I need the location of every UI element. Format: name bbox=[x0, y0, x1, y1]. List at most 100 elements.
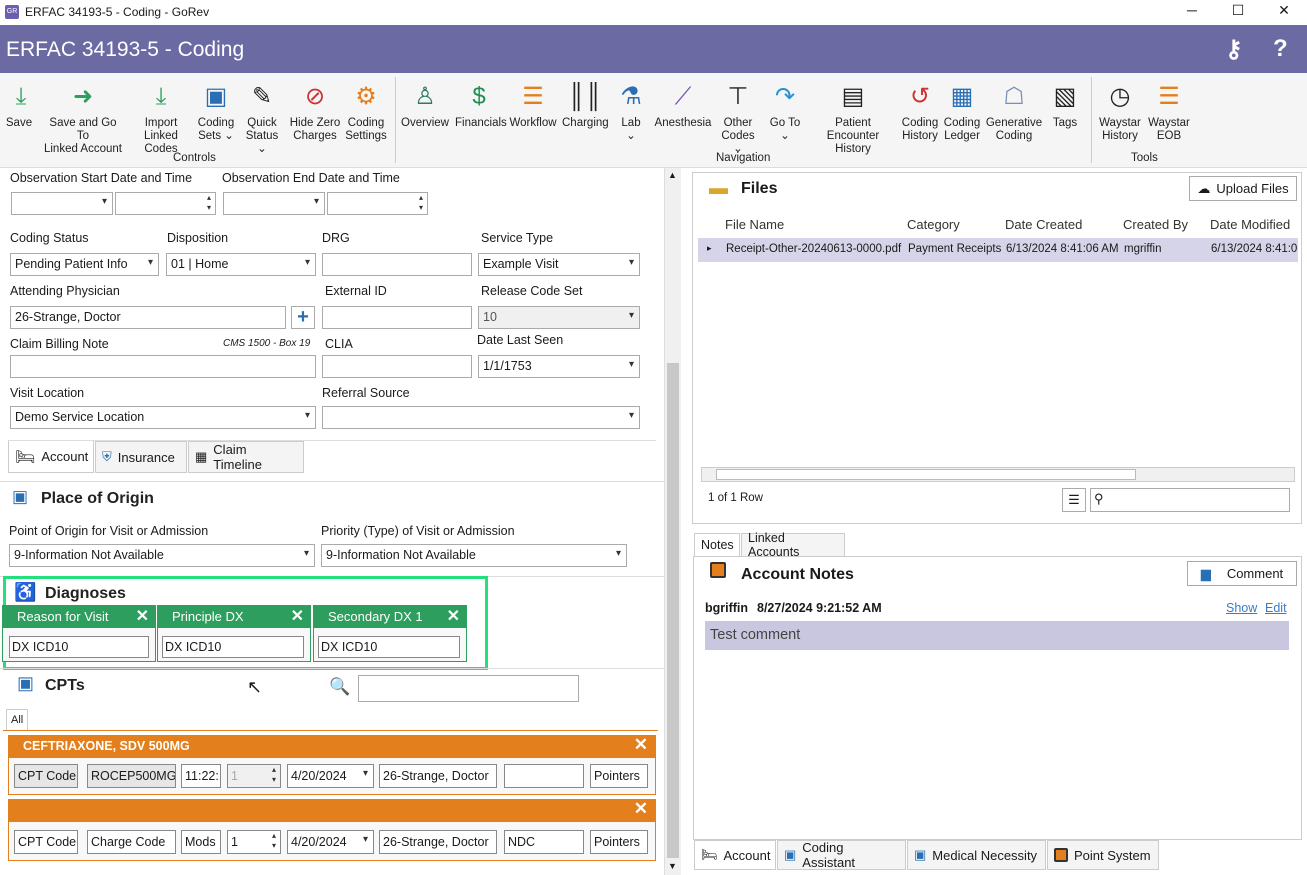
search-icon[interactable]: 🔍 bbox=[329, 677, 350, 697]
tab-coding-assistant[interactable]: ▣ Coding Assistant bbox=[777, 840, 906, 870]
tab-bottom-account[interactable]: 🛏 Account bbox=[694, 840, 776, 870]
charging-button[interactable]: ║║ Charging bbox=[562, 79, 609, 130]
charge-code-input[interactable]: Charge Code bbox=[87, 830, 176, 854]
referral-source-select[interactable] bbox=[322, 406, 640, 429]
obs-start-time-input[interactable] bbox=[115, 192, 216, 215]
mods-input[interactable]: 11:22: bbox=[181, 764, 221, 788]
user-key-icon[interactable]: ⚷ bbox=[1225, 35, 1243, 64]
visit-location-select[interactable]: Demo Service Location bbox=[10, 406, 316, 429]
anesthesia-button[interactable]: ⟋ Anesthesia bbox=[654, 79, 712, 130]
add-physician-button[interactable]: + bbox=[291, 306, 315, 329]
workflow-button[interactable]: ☰ Workflow bbox=[509, 79, 557, 130]
tab-insurance[interactable]: ⛨ Insurance bbox=[95, 441, 187, 473]
coding-history-button[interactable]: ↺ Coding History bbox=[901, 79, 939, 143]
table-row[interactable]: ▸ Receipt-Other-20240613-0000.pdf Paymen… bbox=[698, 238, 1298, 262]
service-date-select[interactable]: 4/20/2024 bbox=[287, 830, 374, 854]
hscroll-thumb[interactable] bbox=[716, 469, 1136, 480]
obs-end-time-input[interactable] bbox=[327, 192, 428, 215]
claim-note-input[interactable] bbox=[10, 355, 316, 378]
col-created-by[interactable]: Created By bbox=[1123, 217, 1188, 232]
edit-note-link[interactable]: Edit bbox=[1265, 601, 1287, 615]
scroll-up-icon[interactable]: ▲ bbox=[668, 170, 677, 180]
tab-point-system[interactable]: Point System bbox=[1047, 840, 1159, 870]
waystar-eob-button[interactable]: ☰ Waystar EOB bbox=[1146, 79, 1192, 143]
release-code-select[interactable]: 10 bbox=[478, 306, 640, 329]
col-date-modified[interactable]: Date Modified bbox=[1210, 217, 1290, 232]
dx-secondary-input[interactable]: DX ICD10 bbox=[318, 636, 460, 658]
obs-start-date-input[interactable] bbox=[11, 192, 113, 215]
files-hscrollbar[interactable] bbox=[701, 467, 1295, 482]
minimize-button[interactable]: ─ bbox=[1169, 0, 1215, 22]
col-date-created[interactable]: Date Created bbox=[1005, 217, 1082, 232]
tags-button[interactable]: ▧ Tags bbox=[1047, 79, 1083, 130]
remove-dx-icon[interactable]: ✕ bbox=[291, 606, 304, 626]
expand-row-icon[interactable]: ▸ bbox=[707, 243, 712, 254]
scroll-down-icon[interactable]: ▼ bbox=[668, 861, 677, 871]
priority-select[interactable]: 9-Information Not Available bbox=[321, 544, 627, 567]
ndc-input[interactable]: NDC bbox=[504, 830, 584, 854]
remove-dx-icon[interactable]: ✕ bbox=[136, 606, 149, 626]
go-to-button[interactable]: ↷ Go To ⌄ bbox=[766, 79, 804, 143]
save-go-linked-button[interactable]: ➜ Save and Go To Linked Account bbox=[42, 79, 124, 156]
pointers-button[interactable]: Pointers bbox=[590, 830, 648, 854]
charge-code-input[interactable]: ROCEP500MG bbox=[87, 764, 176, 788]
show-note-link[interactable]: Show bbox=[1226, 601, 1257, 615]
tab-claim-timeline[interactable]: ▦ Claim Timeline bbox=[188, 441, 304, 473]
last-seen-select[interactable]: 1/1/1753 bbox=[478, 355, 640, 378]
other-codes-button[interactable]: ⊤ Other Codes ⌄ bbox=[716, 79, 760, 156]
cpt-code-input[interactable]: CPT Code bbox=[14, 830, 78, 854]
tab-account[interactable]: 🛏 Account bbox=[8, 441, 94, 473]
dx-reason-input[interactable]: DX ICD10 bbox=[9, 636, 149, 658]
point-of-origin-select[interactable]: 9-Information Not Available bbox=[9, 544, 315, 567]
cpt-filter-tab-all[interactable]: All bbox=[6, 709, 28, 731]
obs-end-date-input[interactable] bbox=[223, 192, 325, 215]
financials-button[interactable]: $ Financials bbox=[455, 79, 507, 130]
save-button[interactable]: ⤓ Save bbox=[4, 79, 34, 130]
tab-linked-accounts[interactable]: Linked Accounts bbox=[741, 531, 845, 559]
external-id-input[interactable] bbox=[322, 306, 472, 329]
coding-sets-button[interactable]: ▣ Coding Sets ⌄ bbox=[197, 79, 235, 143]
close-window-button[interactable]: ✕ bbox=[1261, 0, 1307, 22]
tab-notes[interactable]: Notes bbox=[694, 533, 740, 557]
left-pane-scrollbar[interactable]: ▲ ▼ bbox=[664, 168, 681, 875]
ndc-input[interactable] bbox=[504, 764, 584, 788]
remove-dx-icon[interactable]: ✕ bbox=[447, 606, 460, 626]
cpt-code-input[interactable]: CPT Code bbox=[14, 764, 78, 788]
clia-input[interactable] bbox=[322, 355, 472, 378]
mods-input[interactable]: Mods bbox=[181, 830, 221, 854]
help-icon[interactable]: ? bbox=[1273, 35, 1288, 63]
remove-cpt-icon[interactable]: ✕ bbox=[634, 799, 648, 819]
tab-medical-necessity[interactable]: ▣ Medical Necessity bbox=[907, 840, 1046, 870]
waystar-history-button[interactable]: ◷ Waystar History bbox=[1097, 79, 1143, 143]
files-search-input[interactable] bbox=[1090, 488, 1290, 512]
drg-input[interactable] bbox=[322, 253, 472, 276]
quantity-stepper[interactable]: 1 bbox=[227, 830, 281, 854]
attending-physician-input[interactable]: 26-Strange, Doctor bbox=[10, 306, 286, 329]
quick-status-button[interactable]: ✎ Quick Status ⌄ bbox=[240, 79, 284, 156]
hide-zero-button[interactable]: ⊘ Hide Zero Charges bbox=[289, 79, 341, 143]
comment-button[interactable]: ▆ Comment bbox=[1187, 561, 1297, 586]
overview-button[interactable]: ♙ Overview bbox=[400, 79, 450, 130]
quantity-stepper[interactable]: 1 bbox=[227, 764, 281, 788]
import-linked-button[interactable]: ⤓ Import Linked Codes bbox=[128, 79, 194, 156]
col-category[interactable]: Category bbox=[907, 217, 960, 232]
coding-settings-button[interactable]: ⚙ Coding Settings bbox=[345, 79, 387, 143]
cpt-search-input[interactable] bbox=[358, 675, 579, 702]
scroll-thumb[interactable] bbox=[667, 363, 679, 858]
maximize-button[interactable]: ☐ bbox=[1215, 0, 1261, 22]
remove-cpt-icon[interactable]: ✕ bbox=[634, 735, 648, 755]
pointers-button[interactable]: Pointers bbox=[590, 764, 648, 788]
provider-input[interactable]: 26-Strange, Doctor bbox=[379, 764, 497, 788]
provider-input[interactable]: 26-Strange, Doctor bbox=[379, 830, 497, 854]
generative-coding-button[interactable]: ☖ Generative Coding bbox=[985, 79, 1043, 143]
dx-principle-input[interactable]: DX ICD10 bbox=[162, 636, 304, 658]
coding-ledger-button[interactable]: ▦ Coding Ledger bbox=[942, 79, 982, 143]
service-type-select[interactable]: Example Visit bbox=[478, 253, 640, 276]
upload-files-button[interactable]: ☁ Upload Files bbox=[1189, 176, 1297, 201]
col-file-name[interactable]: File Name bbox=[725, 217, 784, 232]
disposition-select[interactable]: 01 | Home bbox=[166, 253, 316, 276]
service-date-select[interactable]: 4/20/2024 bbox=[287, 764, 374, 788]
coding-status-select[interactable]: Pending Patient Info bbox=[10, 253, 159, 276]
lab-button[interactable]: ⚗ Lab ⌄ bbox=[614, 79, 648, 143]
encounter-history-button[interactable]: ▤ Patient Encounter History bbox=[808, 79, 898, 156]
